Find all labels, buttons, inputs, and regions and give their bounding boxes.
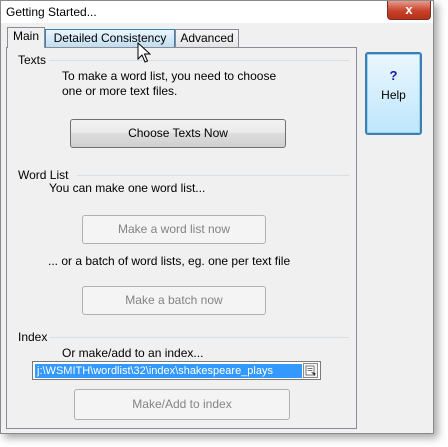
choose-texts-button[interactable]: Choose Texts Now	[70, 119, 286, 148]
index-heading: Index	[18, 330, 48, 344]
texts-description-line1: To make a word list, you need to choose	[62, 69, 277, 83]
index-path-field[interactable]: j:\WSMITH\wordlist\32\index\shakespeare_…	[32, 361, 321, 380]
tab-main-label: Main	[12, 29, 39, 43]
index-path-value: j:\WSMITH\wordlist\32\index\shakespeare_…	[35, 364, 302, 378]
texts-heading: Texts	[18, 53, 47, 67]
make-add-index-button[interactable]: Make/Add to index	[74, 389, 290, 420]
tab-main[interactable]: Main	[7, 27, 45, 48]
close-button[interactable]: x	[387, 1, 431, 20]
close-icon: x	[405, 2, 413, 17]
index-intro: Or make/add to an index...	[62, 346, 204, 360]
texts-description-line2: one or more text files.	[62, 84, 178, 98]
tab-detailed-consistency[interactable]: Detailed Consistency	[45, 29, 175, 48]
browse-folder-icon[interactable]	[303, 363, 318, 378]
help-button[interactable]: ? Help	[365, 52, 422, 135]
word-list-intro: You can make one word list...	[49, 181, 206, 195]
help-question-icon: ?	[389, 68, 398, 83]
title-bar[interactable]: Getting Started... x	[1, 1, 433, 23]
getting-started-dialog: Getting Started... x Main Detailed Consi…	[0, 0, 434, 434]
word-list-divider	[77, 175, 349, 176]
index-divider	[49, 337, 349, 338]
mouse-cursor-icon	[137, 42, 151, 63]
window-title: Getting Started...	[6, 5, 97, 19]
tab-advanced[interactable]: Advanced	[175, 29, 239, 48]
batch-description: ... or a batch of word lists, eg. one pe…	[48, 254, 291, 268]
word-list-heading: Word List	[18, 168, 69, 182]
tab-advanced-label: Advanced	[180, 31, 234, 45]
help-label: Help	[381, 88, 406, 102]
texts-divider	[49, 60, 349, 61]
make-word-list-button[interactable]: Make a word list now	[82, 215, 266, 244]
make-batch-button[interactable]: Make a batch now	[82, 286, 266, 315]
